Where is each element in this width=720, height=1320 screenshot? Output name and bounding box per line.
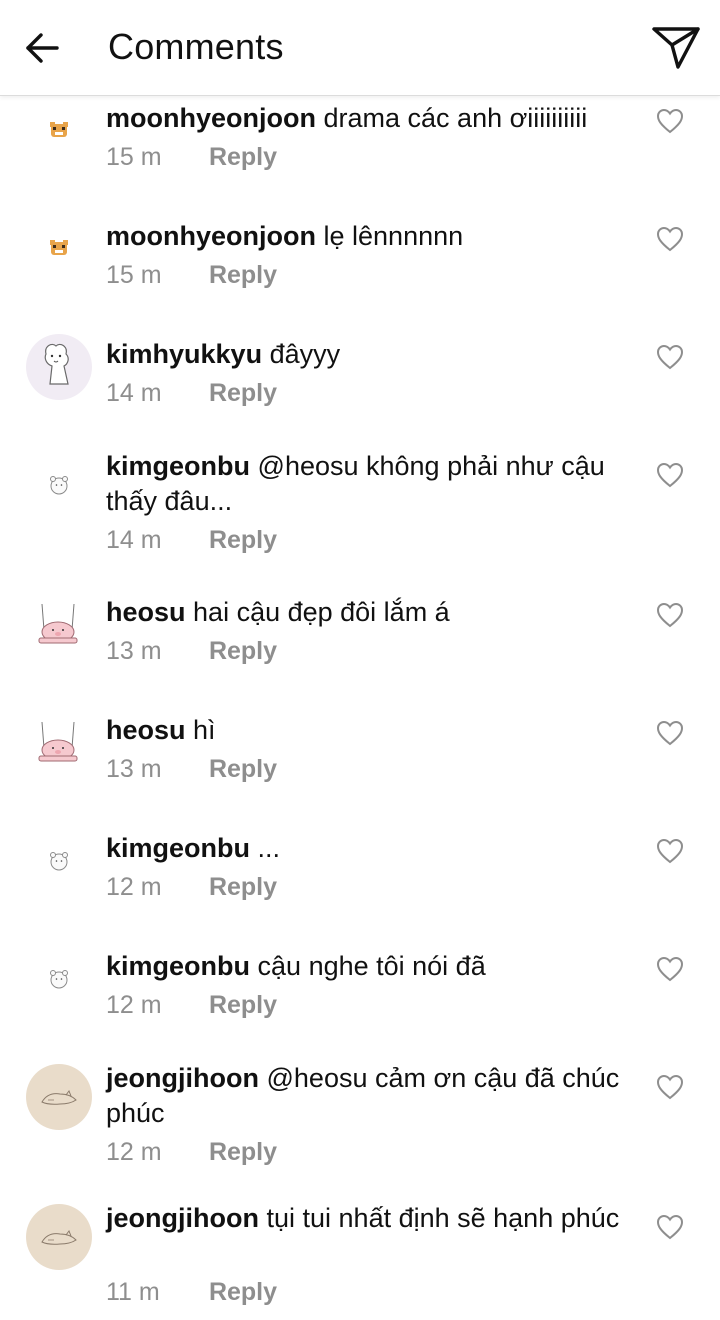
comment-text: kimhyukkyu đâyyy bbox=[106, 337, 626, 372]
comment-time: 14 m bbox=[106, 379, 162, 407]
comment-time: 13 m bbox=[106, 637, 162, 665]
comment-message: cậu nghe tôi nói đã bbox=[257, 951, 486, 981]
back-arrow-icon bbox=[26, 33, 59, 63]
avatar[interactable] bbox=[26, 1064, 92, 1130]
bear-sketch-icon bbox=[50, 852, 68, 871]
reply-button[interactable]: Reply bbox=[209, 143, 277, 171]
comment-message: hai cậu đẹp đôi lắm á bbox=[193, 597, 450, 627]
comment-username[interactable]: kimhyukkyu bbox=[106, 339, 262, 369]
comment-username[interactable]: kimgeonbu bbox=[106, 833, 250, 863]
comment-text: moonhyeonjoon lẹ lênnnnnn bbox=[106, 219, 626, 254]
comment-meta: 15 m Reply bbox=[106, 259, 277, 291]
avatar[interactable] bbox=[26, 828, 92, 894]
app-header: Comments bbox=[0, 0, 720, 96]
avatar[interactable] bbox=[26, 1204, 92, 1270]
comment-meta: 12 m Reply bbox=[106, 989, 277, 1021]
heart-icon[interactable] bbox=[656, 344, 684, 370]
comment-time: 13 m bbox=[106, 755, 162, 783]
comment-meta: 13 m Reply bbox=[106, 753, 277, 785]
reply-button[interactable]: Reply bbox=[209, 755, 277, 783]
heart-icon[interactable] bbox=[656, 956, 684, 982]
comment-message: ... bbox=[257, 833, 281, 863]
tiger-sticker-icon bbox=[50, 240, 68, 255]
reply-button[interactable]: Reply bbox=[209, 873, 277, 901]
avatar[interactable] bbox=[26, 714, 92, 780]
comment-message: đâyyy bbox=[269, 339, 341, 369]
comment-username[interactable]: heosu bbox=[106, 597, 186, 627]
avatar[interactable] bbox=[26, 946, 92, 1012]
heart-icon[interactable] bbox=[656, 226, 684, 252]
avatar[interactable] bbox=[26, 452, 92, 518]
cat-sketch-icon bbox=[41, 1229, 77, 1245]
heart-icon[interactable] bbox=[656, 1074, 684, 1100]
avatar[interactable] bbox=[26, 334, 92, 400]
comment-text: kimgeonbu @heosu không phải như cậu thấy… bbox=[106, 449, 626, 519]
comment-message: drama các anh ơiiiiiiiiii bbox=[323, 103, 588, 133]
avatar[interactable] bbox=[26, 98, 92, 164]
comment-message: lẹ lênnnnnn bbox=[323, 221, 464, 251]
comment-username[interactable]: kimgeonbu bbox=[106, 451, 250, 481]
reply-button[interactable]: Reply bbox=[209, 526, 277, 554]
comment-username[interactable]: heosu bbox=[106, 715, 186, 745]
alpaca-drawing-icon bbox=[44, 343, 69, 385]
comment-username[interactable]: jeongjihoon bbox=[106, 1063, 259, 1093]
cat-sketch-icon bbox=[41, 1089, 77, 1105]
heart-icon[interactable] bbox=[656, 108, 684, 134]
comment-meta: 14 m Reply bbox=[106, 377, 277, 409]
comment-time: 11 m bbox=[106, 1278, 160, 1306]
paper-plane-icon bbox=[652, 27, 700, 69]
reply-button[interactable]: Reply bbox=[209, 1278, 277, 1306]
comment-list: moonhyeonjoon drama các anh ơiiiiiiiiii … bbox=[0, 0, 720, 1320]
comment-text: moonhyeonjoon drama các anh ơiiiiiiiiii bbox=[106, 101, 626, 136]
share-button[interactable] bbox=[648, 22, 704, 74]
comment-username[interactable]: moonhyeonjoon bbox=[106, 103, 316, 133]
comment-text: jeongjihoon @heosu cảm ơn cậu đã chúc ph… bbox=[106, 1061, 626, 1131]
back-button[interactable] bbox=[18, 24, 66, 72]
comment-message: tụi tui nhất định sẽ hạnh phúc bbox=[266, 1203, 620, 1233]
heart-icon[interactable] bbox=[656, 602, 684, 628]
avatar[interactable] bbox=[26, 216, 92, 282]
comment-time: 15 m bbox=[106, 261, 162, 289]
heart-icon[interactable] bbox=[656, 838, 684, 864]
comment-text: jeongjihoon tụi tui nhất định sẽ hạnh ph… bbox=[106, 1201, 626, 1236]
bear-sketch-icon bbox=[50, 970, 68, 989]
comment-username[interactable]: moonhyeonjoon bbox=[106, 221, 316, 251]
pig-swing-icon bbox=[38, 721, 78, 762]
bear-sketch-icon bbox=[50, 476, 68, 495]
reply-button[interactable]: Reply bbox=[209, 1138, 277, 1166]
heart-icon[interactable] bbox=[656, 1214, 684, 1240]
heart-icon[interactable] bbox=[656, 720, 684, 746]
comment-time: 14 m bbox=[106, 526, 162, 554]
reply-button[interactable]: Reply bbox=[209, 379, 277, 407]
comment-meta: 12 m Reply bbox=[106, 871, 277, 903]
comment-time: 15 m bbox=[106, 143, 162, 171]
comment-meta: 11 m Reply bbox=[106, 1276, 277, 1308]
comment-text: heosu hai cậu đẹp đôi lắm á bbox=[106, 595, 626, 630]
reply-button[interactable]: Reply bbox=[209, 991, 277, 1019]
comment-text: kimgeonbu ... bbox=[106, 831, 626, 866]
reply-button[interactable]: Reply bbox=[209, 637, 277, 665]
page-title: Comments bbox=[108, 26, 284, 67]
avatar[interactable] bbox=[26, 596, 92, 662]
heart-icon[interactable] bbox=[656, 462, 684, 488]
tiger-sticker-icon bbox=[50, 122, 68, 137]
comment-meta: 12 m Reply bbox=[106, 1136, 277, 1168]
comment-username[interactable]: jeongjihoon bbox=[106, 1203, 259, 1233]
comment-meta: 14 m Reply bbox=[106, 524, 277, 556]
comment-meta: 15 m Reply bbox=[106, 141, 277, 173]
reply-button[interactable]: Reply bbox=[209, 261, 277, 289]
comment-time: 12 m bbox=[106, 873, 162, 901]
comment-message: hì bbox=[193, 715, 216, 745]
comment-text: heosu hì bbox=[106, 713, 626, 748]
comment-time: 12 m bbox=[106, 991, 162, 1019]
comment-username[interactable]: kimgeonbu bbox=[106, 951, 250, 981]
pig-swing-icon bbox=[38, 603, 78, 644]
comment-text: kimgeonbu cậu nghe tôi nói đã bbox=[106, 949, 626, 984]
comment-time: 12 m bbox=[106, 1138, 162, 1166]
comment-meta: 13 m Reply bbox=[106, 635, 277, 667]
